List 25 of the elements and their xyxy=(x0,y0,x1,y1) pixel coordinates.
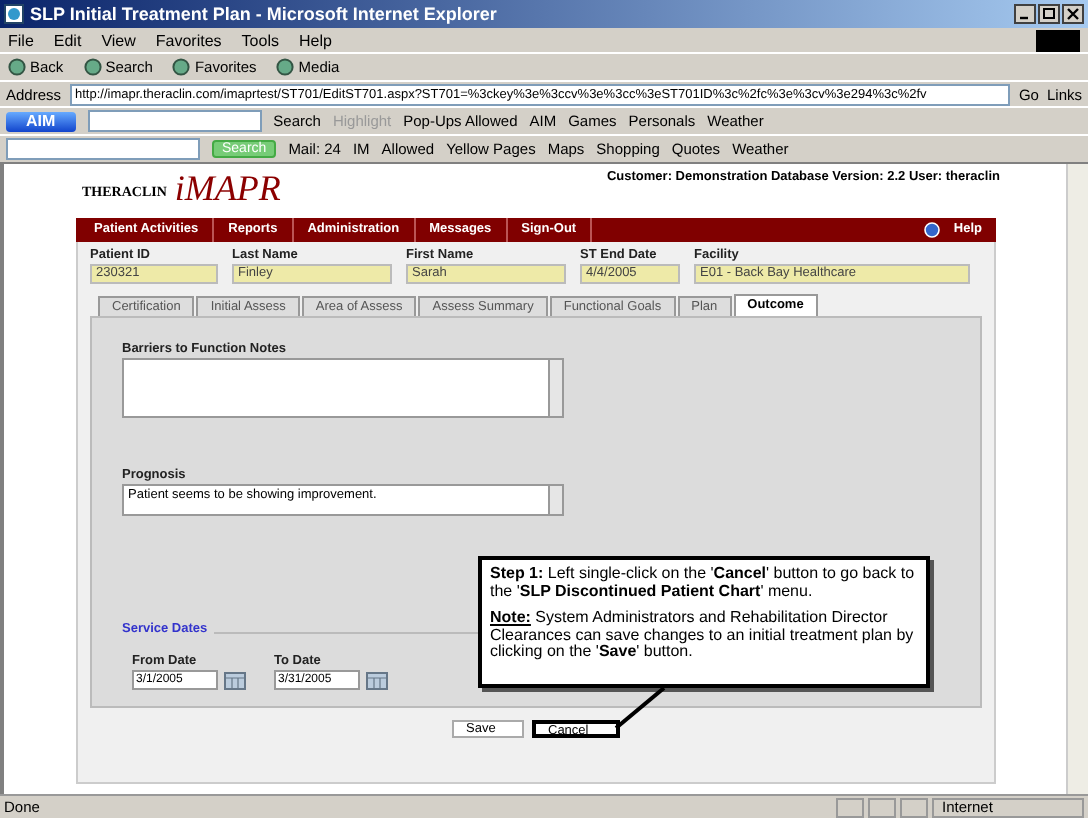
menu-item[interactable]: Favorites xyxy=(155,31,222,49)
window-title: SLP Initial Treatment Plan - Microsoft Internet Explorer xyxy=(30,4,499,24)
menu-item[interactable]: Edit xyxy=(53,31,82,49)
aim-button[interactable]: AIM xyxy=(6,111,76,131)
search-combo-field[interactable] xyxy=(6,138,200,160)
calendar-icon[interactable] xyxy=(366,671,388,689)
browser-icon xyxy=(4,4,24,24)
help-icon xyxy=(923,222,940,238)
maximize-button[interactable] xyxy=(1038,4,1060,24)
notes-textarea[interactable] xyxy=(122,358,564,418)
menu-item[interactable]: Tools xyxy=(241,31,279,49)
round-icon xyxy=(172,58,191,76)
round-icon xyxy=(83,58,102,76)
round-icon xyxy=(8,58,26,76)
round-icon xyxy=(276,58,295,76)
search-combo-field[interactable] xyxy=(87,110,262,132)
menu-item[interactable]: File xyxy=(8,31,34,49)
calendar-icon[interactable] xyxy=(224,671,246,689)
callout-text: Note: System Administrators and Rehabilitation Director Clearances can save changes to an initial treatment plan by clicking on the 'Save' button. xyxy=(490,610,916,661)
minimize-button[interactable] xyxy=(1014,4,1036,24)
callout-text: Step 1: Left single-click on the 'Cancel' button to go back to the 'SLP Discontinued Patient Chart' menu. xyxy=(490,566,917,600)
menu-item[interactable]: View xyxy=(101,31,136,49)
scrollbar[interactable] xyxy=(1066,164,1088,794)
menu-item[interactable]: Help xyxy=(298,31,332,49)
close-button[interactable] xyxy=(1062,4,1084,24)
